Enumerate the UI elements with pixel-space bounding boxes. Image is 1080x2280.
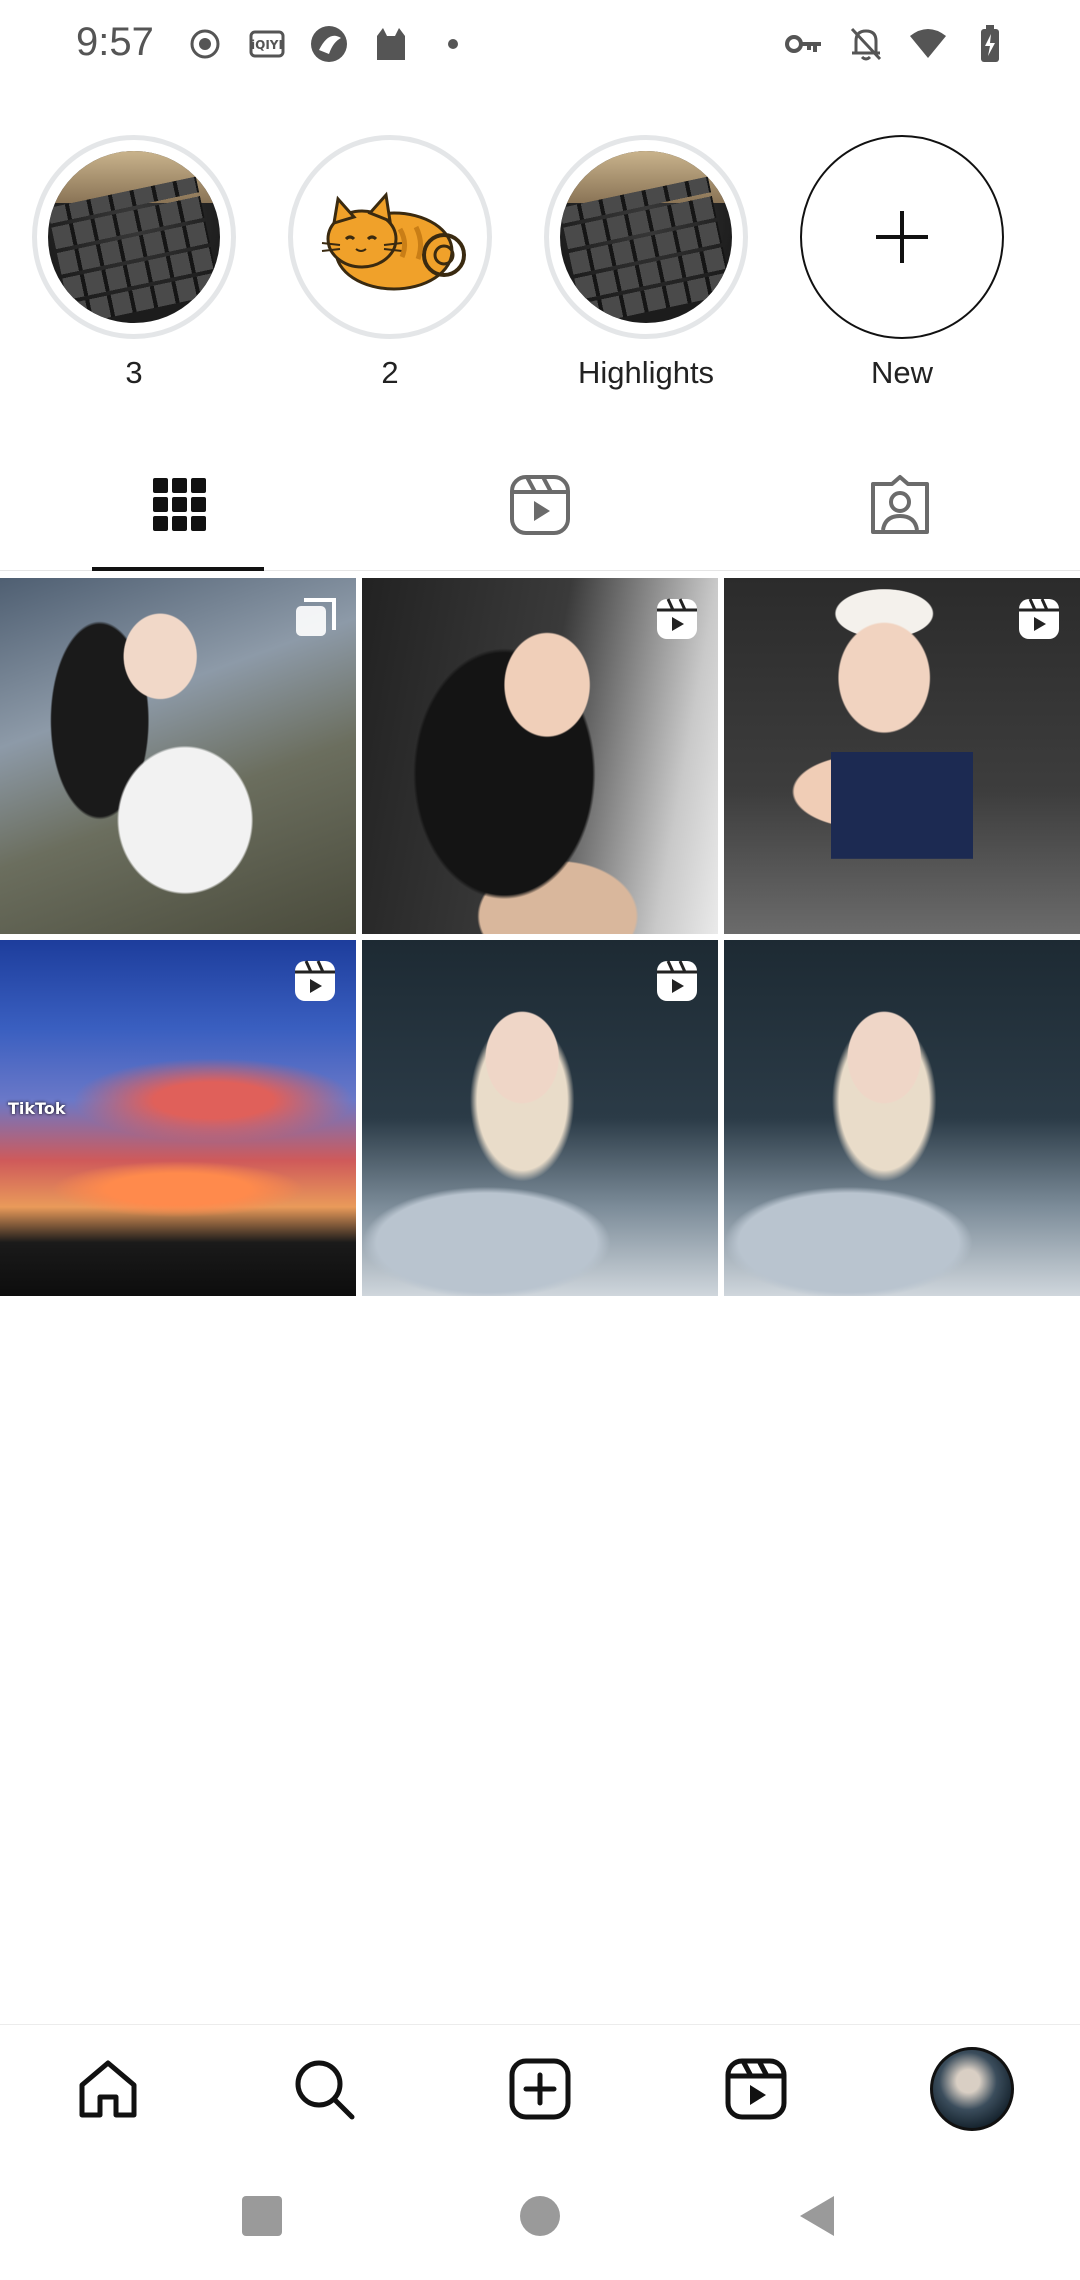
status-bar: 9:57 iQIYI — [0, 0, 1080, 90]
profile-tabs — [0, 440, 1080, 571]
nav-reels[interactable] — [648, 2025, 864, 2153]
highlight-cover-keyboard — [48, 151, 220, 323]
browser-icon — [309, 24, 349, 64]
tab-tagged[interactable] — [720, 440, 1080, 570]
search-icon — [295, 2060, 355, 2120]
grid-post-3[interactable] — [724, 578, 1080, 934]
highlight-ring — [288, 135, 492, 339]
story-highlights: 3 2 Highlights New — [0, 135, 1080, 395]
plus-icon — [876, 211, 928, 263]
highlight-label: 3 — [125, 355, 143, 390]
profile-avatar — [930, 2047, 1014, 2131]
dot-icon — [433, 24, 473, 64]
reels-icon — [1019, 598, 1059, 639]
status-right-icons — [784, 22, 1010, 66]
highlight-ring — [544, 135, 748, 339]
highlight-label: New — [870, 355, 933, 390]
recents-button[interactable] — [238, 2192, 286, 2240]
highlight-label: Highlights — [577, 355, 715, 390]
reels-icon — [725, 2058, 787, 2120]
nav-search[interactable] — [216, 2025, 432, 2153]
grid-post-2[interactable] — [362, 578, 718, 934]
highlight-3[interactable]: 3 — [24, 135, 244, 395]
grid-icon — [153, 478, 206, 531]
tiktok-watermark: TikTok — [8, 1099, 66, 1118]
record-icon — [185, 24, 225, 64]
home-button[interactable] — [516, 2192, 564, 2240]
grid-post-5[interactable] — [362, 940, 718, 1296]
new-highlight-ring — [800, 135, 1004, 339]
iqiyi-icon: iQIYI — [247, 24, 287, 64]
highlight-2[interactable]: 2 — [280, 135, 500, 395]
reels-icon — [657, 960, 697, 1001]
reels-icon — [510, 475, 570, 535]
grid-post-4[interactable]: TikTok — [0, 940, 356, 1296]
cat-app-icon — [371, 24, 411, 64]
create-icon — [509, 2058, 571, 2120]
carousel-icon — [296, 598, 336, 636]
reels-icon — [657, 598, 697, 639]
tagged-icon — [871, 475, 929, 534]
wifi-icon — [908, 24, 948, 64]
home-icon — [79, 2060, 137, 2118]
battery-charging-icon — [970, 24, 1010, 64]
nav-profile[interactable] — [864, 2025, 1080, 2153]
status-left-icons: iQIYI — [185, 22, 473, 66]
nav-home[interactable] — [0, 2025, 216, 2153]
tab-reels[interactable] — [360, 440, 720, 570]
nav-create[interactable] — [432, 2025, 648, 2153]
new-highlight-button[interactable]: New — [792, 135, 1012, 395]
tab-grid[interactable] — [0, 440, 360, 571]
svg-text:iQIYI: iQIYI — [251, 38, 283, 52]
highlight-ring — [32, 135, 236, 339]
status-time: 9:57 — [76, 20, 154, 64]
back-button[interactable] — [794, 2192, 842, 2240]
posts-grid: TikTok — [0, 578, 1080, 1296]
active-tab-indicator — [92, 567, 264, 571]
reels-icon — [295, 960, 335, 1001]
bottom-navigation — [0, 2024, 1080, 2153]
highlight-cover-keyboard — [560, 151, 732, 323]
system-navigation — [0, 2152, 1080, 2280]
grid-post-1[interactable] — [0, 578, 356, 934]
cat-sticker-icon — [321, 191, 466, 291]
highlight-cover-cat — [304, 151, 476, 323]
highlight-highlights[interactable]: Highlights — [536, 135, 756, 395]
bell-off-icon — [846, 24, 886, 64]
highlight-label: 2 — [381, 355, 399, 390]
grid-post-6[interactable] — [724, 940, 1080, 1296]
vpn-key-icon — [784, 24, 824, 64]
